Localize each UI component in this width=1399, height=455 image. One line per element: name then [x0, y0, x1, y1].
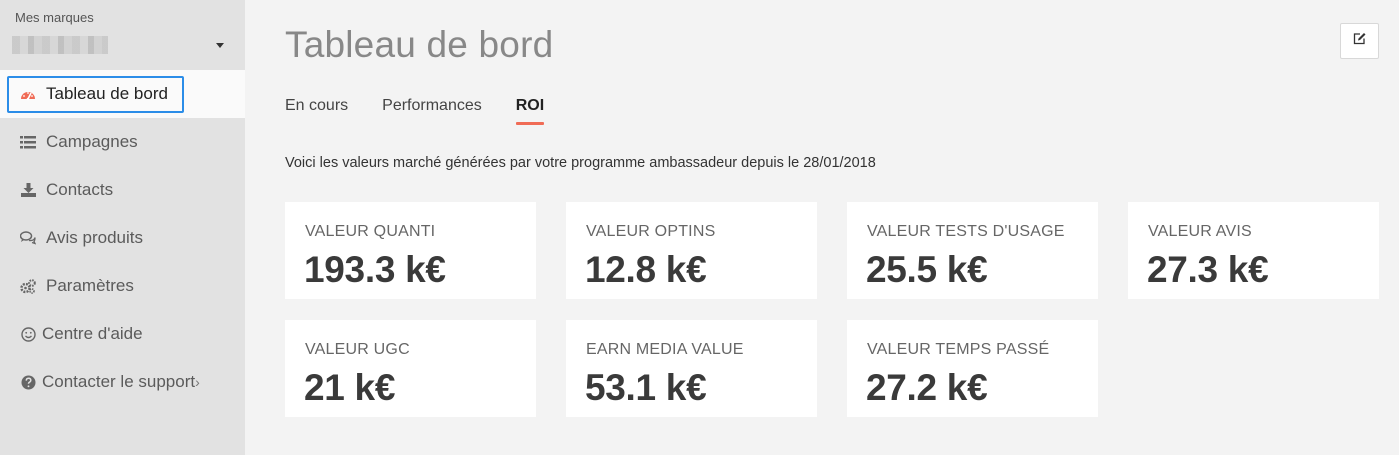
dashboard-gauge-icon — [18, 85, 38, 103]
brand-name-redacted — [12, 36, 108, 54]
stat-card: EARN MEDIA VALUE 53.1 k€ — [566, 320, 817, 417]
stat-card-label: VALEUR TEMPS PASSÉ — [867, 341, 1050, 358]
edit-icon — [1353, 32, 1367, 50]
stat-card: VALEUR UGC 21 k€ — [285, 320, 536, 417]
caret-down-icon — [216, 43, 224, 48]
stat-card-value: 193.3 k€ — [304, 249, 446, 290]
sidebar-nav: Tableau de bord Campagnes Contacts Avis … — [0, 70, 245, 406]
sidebar-item-label: Contacts — [46, 180, 114, 199]
sidebar-item-label: Campagnes — [46, 132, 138, 151]
stat-card-label: VALEUR AVIS — [1148, 223, 1252, 240]
stat-card-value: 21 k€ — [304, 367, 396, 408]
sidebar-item-campaigns[interactable]: Campagnes — [0, 118, 245, 166]
tab-en-cours[interactable]: En cours — [285, 97, 348, 125]
download-icon — [18, 181, 38, 199]
sidebar-item-contacts[interactable]: Contacts — [0, 166, 245, 214]
brand-select[interactable] — [12, 34, 230, 58]
list-icon — [18, 133, 38, 151]
sidebar-item-settings[interactable]: Paramètres — [0, 262, 245, 310]
question-circle-icon — [18, 373, 38, 391]
tab-roi[interactable]: ROI — [515, 97, 545, 125]
stat-card-label: VALEUR QUANTI — [305, 223, 436, 240]
sidebar-item-label: Centre d'aide — [42, 324, 143, 343]
stat-card-label: EARN MEDIA VALUE — [586, 341, 744, 358]
stat-card: VALEUR QUANTI 193.3 k€ — [285, 202, 536, 299]
stat-card: VALEUR AVIS 27.3 k€ — [1128, 202, 1379, 299]
sidebar-item-label: Paramètres — [46, 276, 134, 295]
main-content: Tableau de bord En cours Performances RO… — [245, 0, 1399, 455]
stat-card-value: 27.2 k€ — [866, 367, 988, 408]
sidebar-item-label: Avis produits — [46, 228, 144, 247]
comments-icon — [18, 229, 38, 247]
stat-card-label: VALEUR UGC — [305, 341, 410, 358]
stat-card-value: 27.3 k€ — [1147, 249, 1269, 290]
sidebar-item-reviews[interactable]: Avis produits — [0, 214, 245, 262]
page-title: Tableau de bord — [285, 24, 554, 65]
sidebar-item-help[interactable]: Centre d'aide — [0, 310, 245, 358]
sidebar-item-support[interactable]: Contacter le support › — [0, 358, 245, 406]
chevron-right-icon: › — [195, 374, 200, 390]
stat-card-label: VALEUR OPTINS — [586, 223, 716, 240]
stat-card: VALEUR OPTINS 12.8 k€ — [566, 202, 817, 299]
sidebar-item-dashboard[interactable]: Tableau de bord — [0, 70, 245, 118]
stat-card-label: VALEUR TESTS D'USAGE — [867, 223, 1065, 240]
edit-button[interactable] — [1340, 23, 1379, 59]
tab-performances[interactable]: Performances — [382, 97, 482, 125]
brand-label: Mes marques — [15, 10, 94, 25]
gears-icon — [18, 277, 38, 295]
stat-card: VALEUR TESTS D'USAGE 25.5 k€ — [847, 202, 1098, 299]
stat-card: VALEUR TEMPS PASSÉ 27.2 k€ — [847, 320, 1098, 417]
tab-bar: En cours Performances ROI — [285, 97, 578, 125]
intro-text: Voici les valeurs marché générées par vo… — [285, 155, 876, 171]
smile-icon — [18, 325, 38, 343]
sidebar: Mes marques Tableau de bord Campagnes Co… — [0, 0, 245, 455]
stat-card-value: 12.8 k€ — [585, 249, 707, 290]
stat-card-value: 25.5 k€ — [866, 249, 988, 290]
stat-card-value: 53.1 k€ — [585, 367, 707, 408]
sidebar-item-label: Contacter le support — [42, 372, 196, 391]
sidebar-item-label: Tableau de bord — [46, 84, 168, 103]
